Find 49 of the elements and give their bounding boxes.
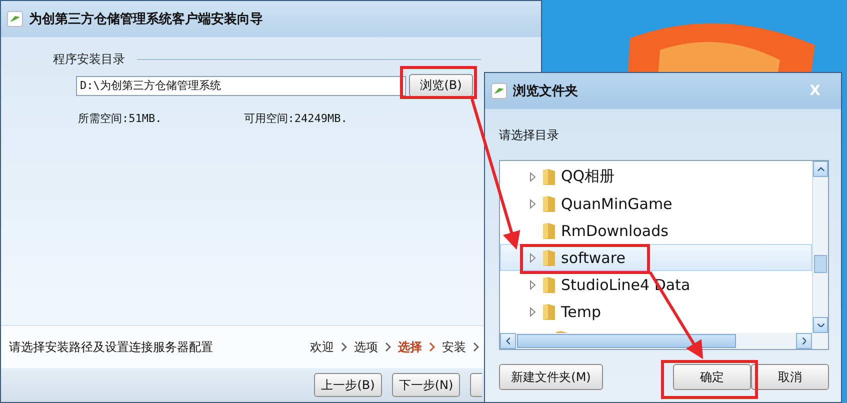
wizard-button[interactable]: 上一步(B) (314, 373, 382, 397)
wizard-button[interactable] (470, 373, 482, 397)
folder-icon (542, 222, 556, 240)
folder-icon (542, 276, 556, 294)
browse-button[interactable]: 浏览(B) (409, 74, 473, 97)
folder-icon (542, 168, 556, 186)
app-icon (7, 11, 23, 27)
prompt-text: 请选择目录 (499, 127, 560, 144)
wizard-step: 欢迎 (310, 338, 334, 356)
expand-icon[interactable] (529, 306, 537, 316)
cancel-button[interactable]: 取消 (751, 364, 829, 390)
dialog-title: 浏览文件夹 (513, 82, 578, 100)
ok-button[interactable]: 确定 (673, 364, 751, 390)
folder-icon (542, 302, 556, 320)
required-space-text: 所需空间:51MB. (78, 111, 162, 126)
scroll-up-icon[interactable] (816, 166, 824, 172)
folder-item[interactable]: Temp (500, 298, 812, 325)
wizard-button[interactable]: 下一步(N) (392, 373, 460, 397)
wizard-step: 安装 (442, 338, 466, 356)
chevron-icon (341, 342, 347, 352)
scroll-left-icon[interactable] (506, 337, 510, 345)
scrollbar-thumb[interactable] (517, 334, 736, 348)
horizontal-scrollbar[interactable] (500, 333, 828, 349)
new-folder-button[interactable]: 新建文件夹(M) (499, 364, 603, 390)
scroll-right-icon[interactable] (802, 337, 806, 345)
expand-icon[interactable] (529, 198, 537, 208)
folder-icon (542, 248, 556, 266)
expand-icon[interactable] (529, 172, 537, 182)
chevron-icon (429, 342, 435, 352)
vertical-scrollbar[interactable] (812, 161, 828, 333)
wizard-step: 选择 (398, 338, 422, 356)
chevron-icon (473, 342, 479, 352)
app-icon (491, 83, 507, 99)
path-field[interactable]: D:\为创第三方仓储管理系统 (76, 76, 406, 96)
expand-icon[interactable] (529, 252, 537, 262)
expand-icon[interactable] (529, 280, 537, 290)
scroll-down-icon[interactable] (816, 322, 824, 328)
folder-item[interactable]: QuanMinGame (500, 190, 812, 217)
window-title: 为创第三方仓储管理系统客户端安装向导 (29, 10, 263, 28)
folder-item[interactable]: RmDownloads (500, 217, 812, 244)
scrollbar-thumb[interactable] (814, 255, 827, 273)
folder-icon (542, 194, 556, 212)
folder-item[interactable]: QQ相册 (500, 163, 812, 190)
free-space-text: 可用空间:24249MB. (244, 111, 348, 126)
folder-item[interactable]: software (500, 244, 812, 271)
status-text: 请选择安装路径及设置连接服务器配置 (9, 338, 213, 356)
group-label: 程序安装目录 (53, 51, 125, 68)
chevron-icon (385, 342, 391, 352)
wizard-step: 选项 (354, 338, 378, 356)
